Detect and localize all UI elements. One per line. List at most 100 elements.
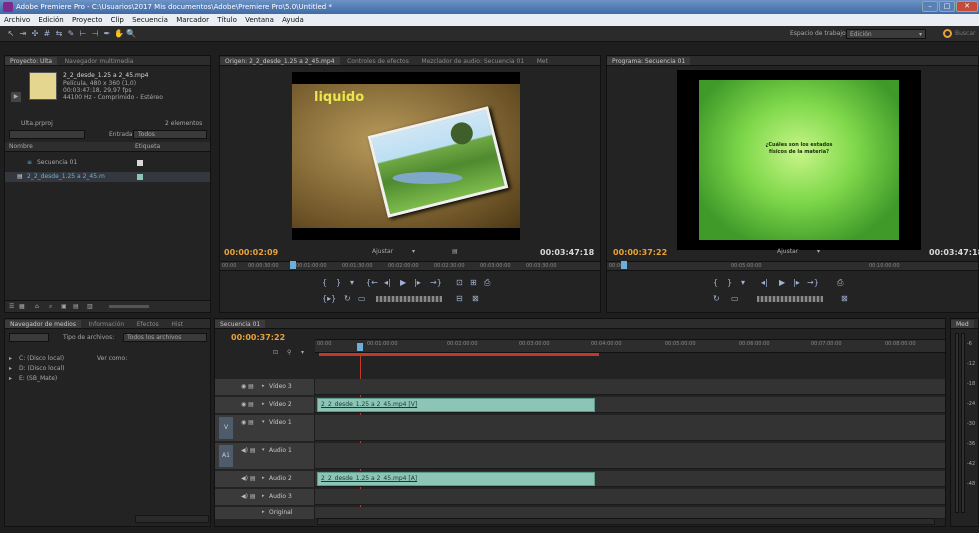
go-to-out-icon[interactable]: →} <box>430 278 442 288</box>
delete-icon[interactable]: ▥ <box>87 303 93 310</box>
rolling-edit-tool-icon[interactable]: # <box>42 29 52 39</box>
tab-audio-mixer[interactable]: Mezclador de audio: Secuencia 01 <box>416 57 529 65</box>
step-forward-icon[interactable]: |▸ <box>414 278 421 288</box>
tab-effects[interactable]: Efectos <box>132 320 164 328</box>
program-playhead[interactable] <box>621 261 627 269</box>
menu-ayuda[interactable]: Ayuda <box>282 16 304 24</box>
source-settings-icon[interactable]: ▤ <box>452 248 458 255</box>
ripple-edit-tool-icon[interactable]: ✣ <box>30 29 40 39</box>
track-audio-1[interactable]: A1 ◀) ▤ ▾ Audio 1 <box>215 443 945 469</box>
hand-tool-icon[interactable]: ✋ <box>114 29 124 39</box>
tab-audio-meters[interactable]: Med <box>951 320 974 328</box>
new-bin-icon[interactable]: ▣ <box>61 303 67 310</box>
list-item[interactable]: ≡ Secuencia 01 <box>5 158 210 168</box>
drive-item[interactable]: ▸ D: (Disco local) <box>9 365 89 373</box>
play-icon[interactable]: ▶ <box>400 278 406 288</box>
jog-shuttle[interactable] <box>376 296 442 302</box>
source-fit-dropdown[interactable]: Ajustar ▾ <box>372 248 422 257</box>
location-dropdown[interactable] <box>9 333 49 342</box>
collapse-arrow-icon[interactable]: ▾ <box>262 447 265 453</box>
step-back-icon[interactable]: ◂| <box>384 278 391 288</box>
program-loop-icon[interactable]: ↻ <box>713 294 720 304</box>
tab-media-navigator[interactable]: Navegador multimedia <box>60 57 139 65</box>
audio-clip[interactable]: 2_2_desde_1.25 a 2_45.mp4 [A] <box>317 472 595 486</box>
maximize-button[interactable]: □ <box>939 1 955 12</box>
program-play-icon[interactable]: ▶ <box>779 278 785 288</box>
collapse-arrow-icon[interactable]: ▸ <box>262 401 265 407</box>
audio-target-toggle[interactable]: A1 <box>219 445 233 467</box>
timeline-timecode[interactable]: 00:00:37:22 <box>231 333 285 342</box>
timeline-playhead-handle[interactable] <box>357 343 363 351</box>
set-marker-icon[interactable]: ▾ <box>350 278 354 288</box>
tab-info[interactable]: Información <box>84 320 130 328</box>
tab-metadata[interactable]: Met <box>532 57 553 65</box>
snap-icon[interactable]: ⊡ <box>273 349 278 356</box>
minimize-button[interactable]: – <box>922 1 938 12</box>
slip-tool-icon[interactable]: ⊢ <box>78 29 88 39</box>
track-audio-2[interactable]: ◀) ▤ ▸ Audio 2 2_2_desde_1.25 a 2_45.mp4… <box>215 471 945 487</box>
track-video-3[interactable]: ◉ ▤ ▸ Vídeo 3 <box>215 379 945 395</box>
menu-titulo[interactable]: Título <box>217 16 237 24</box>
automate-icon[interactable]: ⌂ <box>35 303 39 310</box>
razor-tool-icon[interactable]: ✎ <box>66 29 76 39</box>
list-view-icon[interactable]: ☰ <box>9 303 14 310</box>
search-placeholder[interactable]: Buscar <box>955 30 976 37</box>
drive-item[interactable]: ▸ E: (SB_Mate) <box>9 375 89 383</box>
speaker-icon[interactable]: ◀) ▤ <box>241 493 256 500</box>
menu-marcador[interactable]: Marcador <box>176 16 209 24</box>
tab-media-browser[interactable]: Navegador de medios <box>5 320 81 328</box>
menu-edicion[interactable]: Edición <box>38 16 63 24</box>
insert-icon[interactable]: ⊡ <box>456 278 463 288</box>
video-target-toggle[interactable]: V <box>219 417 233 439</box>
program-step-back-icon[interactable]: ◂| <box>761 278 768 288</box>
tab-history[interactable]: Hist <box>166 320 188 328</box>
eye-icon[interactable]: ◉ ▤ <box>241 419 254 426</box>
menu-archivo[interactable]: Archivo <box>4 16 30 24</box>
overlay-icon[interactable]: ⊞ <box>470 278 477 288</box>
source-timecode-current[interactable]: 00:00:02:09 <box>224 248 278 257</box>
program-export-frame-icon[interactable]: ⎙ <box>837 278 843 288</box>
go-to-in-icon[interactable]: {← <box>366 278 378 288</box>
icon-view-icon[interactable]: ▦ <box>19 303 25 310</box>
track-audio-3[interactable]: ◀) ▤ ▸ Audio 3 <box>215 489 945 505</box>
export-frame-icon[interactable]: ⎙ <box>484 278 490 288</box>
selection-tool-icon[interactable]: ↖ <box>6 29 16 39</box>
program-marker-icon[interactable]: ▾ <box>741 278 745 288</box>
drive-item[interactable]: ▸ C: (Disco local) <box>9 355 89 363</box>
lift-icon[interactable]: { <box>713 278 718 288</box>
menu-secuencia[interactable]: Secuencia <box>132 16 168 24</box>
program-safe-margins-icon[interactable]: ▭ <box>731 294 739 304</box>
timeline-scrollbar[interactable] <box>317 518 935 525</box>
tab-sequence[interactable]: Secuencia 01 <box>215 320 266 328</box>
rate-stretch-tool-icon[interactable]: ⇆ <box>54 29 64 39</box>
set-in-point-icon[interactable]: { <box>322 278 327 288</box>
project-search-input[interactable] <box>9 130 85 139</box>
collapse-arrow-icon[interactable]: ▸ <box>262 475 265 481</box>
workspace-dropdown[interactable]: Edición ▾ <box>846 29 926 39</box>
menu-clip[interactable]: Clip <box>111 16 124 24</box>
zoom-tool-icon[interactable]: 🔍 <box>126 29 136 39</box>
menu-ventana[interactable]: Ventana <box>245 16 274 24</box>
program-go-to-out-icon[interactable]: →} <box>807 278 819 288</box>
files-type-dropdown[interactable]: Todos los archivos <box>123 333 207 342</box>
tab-project[interactable]: Proyecto: Ulta <box>5 57 58 65</box>
timeline-ruler[interactable]: 00:00 00:01:00:00 00:02:00:00 00:03:00:0… <box>315 339 945 353</box>
source-playhead[interactable] <box>290 261 296 269</box>
zoom-slider[interactable] <box>109 305 149 308</box>
program-trim-icon[interactable]: ⊠ <box>841 294 848 304</box>
pen-tool-icon[interactable]: ✒ <box>102 29 112 39</box>
track-select-tool-icon[interactable]: ⇥ <box>18 29 28 39</box>
eye-icon[interactable]: ◉ ▤ <box>241 401 254 408</box>
play-in-to-out-icon[interactable]: {▸} <box>322 294 336 304</box>
media-browser-scrollbar[interactable] <box>135 515 209 523</box>
speaker-icon[interactable]: ◀) ▤ <box>241 447 256 454</box>
program-timecode-current[interactable]: 00:00:37:22 <box>613 248 667 257</box>
search-icon[interactable] <box>943 29 952 38</box>
find-icon[interactable]: ⌕ <box>49 303 52 311</box>
program-jog-shuttle[interactable] <box>757 296 823 302</box>
video-clip[interactable]: 2_2_desde_1.25 a 2_45.mp4 [V] <box>317 398 595 412</box>
tab-program[interactable]: Programa: Secuencia 01 <box>607 57 691 65</box>
track-video-2[interactable]: ◉ ▤ ▸ Vídeo 2 2_2_desde_1.25 a 2_45.mp4 … <box>215 397 945 413</box>
collapse-arrow-icon[interactable]: ▸ <box>262 493 265 499</box>
collapse-arrow-icon[interactable]: ▸ <box>262 509 265 515</box>
